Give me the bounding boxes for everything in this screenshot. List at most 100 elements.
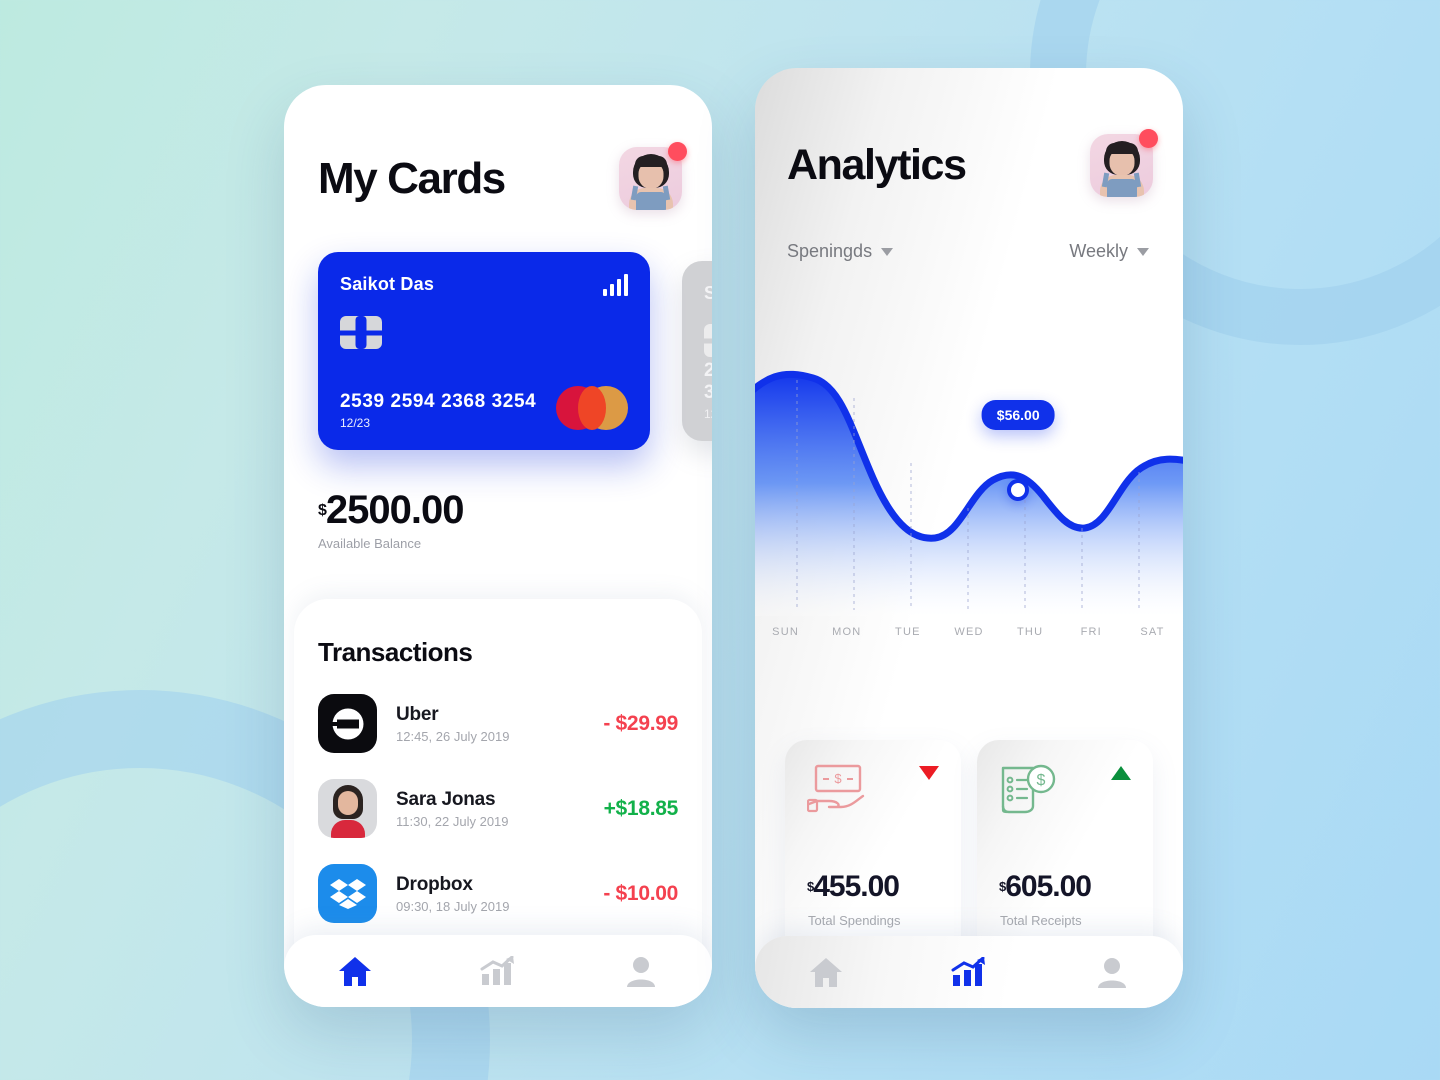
card-number-secondary: 2539 2594 2368 3254 (704, 360, 712, 403)
chart-icon (951, 957, 985, 986)
bottom-navigation-left (284, 935, 712, 1007)
dropbox-icon (318, 864, 377, 923)
profile-icon (626, 957, 655, 987)
axis-tick-thu: THU (1017, 626, 1044, 638)
stat-label: Total Spendings (808, 913, 901, 928)
card-number: 2539 2594 2368 3254 (340, 391, 537, 412)
stat-card-total-spendings[interactable]: $ $ 455.00 Total Spendings (785, 740, 961, 958)
transaction-date: 11:30, 22 July 2019 (396, 813, 509, 829)
axis-tick-mon: MON (832, 626, 862, 638)
stat-number: 605.00 (1005, 870, 1092, 903)
balance-value: 2500.00 (325, 488, 465, 532)
axis-tick-tue: TUE (895, 626, 921, 638)
avatar-overall (635, 192, 666, 210)
transaction-meta: Sara Jonas 11:30, 22 July 2019 (396, 789, 604, 829)
category-filter-dropdown[interactable]: Speningds (787, 241, 894, 262)
card-expiry-secondary: 12/23 (704, 407, 712, 421)
mastercard-logo-icon (556, 386, 628, 430)
credit-card-secondary-bottom-row: 2539 2594 2368 3254 12/23 (704, 360, 712, 421)
avatar-bangs (1105, 143, 1138, 154)
table-row[interactable]: Dropbox 09:30, 18 July 2019 - $10.00 (318, 864, 678, 923)
person-avatar-icon (318, 779, 377, 838)
category-filter-label: Speningds (787, 241, 873, 261)
cards-carousel[interactable]: Saikot Das 2539 2594 2368 3254 12/23 Sai… (284, 252, 712, 452)
notification-dot[interactable] (668, 142, 687, 161)
transaction-amount: +$18.85 (603, 796, 679, 820)
balance-label: Available Balance (318, 536, 422, 551)
transactions-title: Transactions (318, 637, 473, 667)
stat-card-total-receipts[interactable]: $ $ 605.00 Total Receipts (977, 740, 1153, 958)
credit-card-secondary[interactable]: Saikot Das 2539 2594 2368 3254 12/23 (682, 261, 712, 441)
card-holder-name-secondary: Saikot Das (704, 283, 712, 303)
chart-tooltip: $56.00 (981, 400, 1055, 430)
stat-value: $ 605.00 (999, 870, 1092, 904)
trend-down-icon (919, 766, 939, 780)
card-expiry: 12/23 (340, 416, 371, 430)
cash-in-hand-icon: $ (806, 764, 865, 813)
chart-x-axis-labels: SUN MON TUE WED THU FRI SAT (755, 626, 1183, 638)
credit-card-primary[interactable]: Saikot Das 2539 2594 2368 3254 12/23 (318, 252, 650, 450)
nav-item-home[interactable] (284, 956, 427, 987)
chart-highlight-point[interactable] (1007, 479, 1030, 501)
signal-bars-icon (603, 274, 628, 296)
page-title: Analytics (787, 141, 967, 189)
balance-currency-symbol: $ (318, 502, 327, 519)
axis-tick-sat: SAT (1140, 626, 1165, 638)
nav-item-profile[interactable] (569, 955, 712, 987)
chart-icon (480, 956, 514, 985)
available-balance-block: $ 2500.00 Available Balance (284, 452, 712, 551)
analytics-header: Analytics (755, 68, 1183, 197)
credit-card-secondary-top-row: Saikot Das (704, 283, 712, 304)
avatar[interactable] (619, 142, 687, 210)
nav-item-analytics[interactable] (898, 957, 1041, 987)
bottom-navigation-right (755, 936, 1183, 1008)
notification-dot[interactable] (1139, 129, 1158, 148)
dropbox-glyph (329, 878, 366, 909)
axis-tick-fri: FRI (1080, 626, 1102, 638)
axis-tick-wed: WED (954, 626, 984, 638)
chevron-down-icon (881, 247, 894, 256)
svg-text:$: $ (834, 771, 842, 786)
transaction-name: Dropbox (396, 873, 473, 895)
phone-screen-analytics: Analytics Speningds Weekly $56.00 SUN MO… (755, 68, 1183, 1008)
svg-text:$: $ (1037, 772, 1046, 789)
transaction-meta: Uber 12:45, 26 July 2019 (396, 704, 603, 744)
transaction-name: Uber (396, 703, 439, 725)
nav-item-analytics[interactable] (427, 956, 570, 986)
nav-item-profile[interactable] (1040, 956, 1183, 988)
stat-value: $ 455.00 (807, 870, 900, 904)
credit-card-top-row: Saikot Das (340, 274, 628, 296)
table-row[interactable]: Sara Jonas 11:30, 22 July 2019 +$18.85 (318, 779, 678, 838)
my-cards-header: My Cards (284, 85, 712, 210)
nav-item-home[interactable] (755, 957, 898, 988)
transaction-amount: - $10.00 (603, 881, 678, 905)
avatar-overall (1106, 179, 1137, 197)
period-filter-dropdown[interactable]: Weekly (1069, 241, 1149, 262)
transaction-name: Sara Jonas (396, 788, 496, 810)
stat-number: 455.00 (813, 870, 900, 903)
chevron-down-icon (1137, 247, 1149, 256)
page-title: My Cards (318, 153, 506, 203)
table-row[interactable]: Uber 12:45, 26 July 2019 - $29.99 (318, 694, 678, 753)
profile-icon (1097, 958, 1126, 988)
transaction-amount: - $29.99 (603, 711, 678, 735)
stat-label: Total Receipts (1000, 913, 1082, 928)
avatar[interactable] (1090, 129, 1158, 197)
transaction-date: 12:45, 26 July 2019 (396, 728, 510, 744)
credit-card-bottom-row: 2539 2594 2368 3254 12/23 (340, 386, 628, 430)
home-icon (810, 957, 843, 987)
spendings-area-chart[interactable]: $56.00 SUN MON TUE WED THU FRI SAT (755, 368, 1183, 668)
receipt-dollar-icon: $ (1001, 764, 1056, 814)
transaction-meta: Dropbox 09:30, 18 July 2019 (396, 874, 603, 914)
trend-up-icon (1111, 766, 1131, 780)
card-number-block-secondary: 2539 2594 2368 3254 12/23 (704, 360, 712, 421)
phone-screen-my-cards: My Cards Saikot Das 2539 2594 2368 3254 … (284, 85, 712, 1007)
card-holder-name: Saikot Das (340, 274, 435, 294)
axis-tick-sun: SUN (772, 626, 799, 638)
chart-filters: Speningds Weekly (755, 197, 1183, 262)
uber-icon (318, 694, 377, 753)
transaction-date: 09:30, 18 July 2019 (396, 898, 510, 914)
avatar-bangs (634, 156, 667, 167)
stats-cards-row: $ $ 455.00 Total Spendings $ $ 605.00 To… (755, 740, 1183, 958)
balance-amount: $ 2500.00 (318, 488, 712, 533)
